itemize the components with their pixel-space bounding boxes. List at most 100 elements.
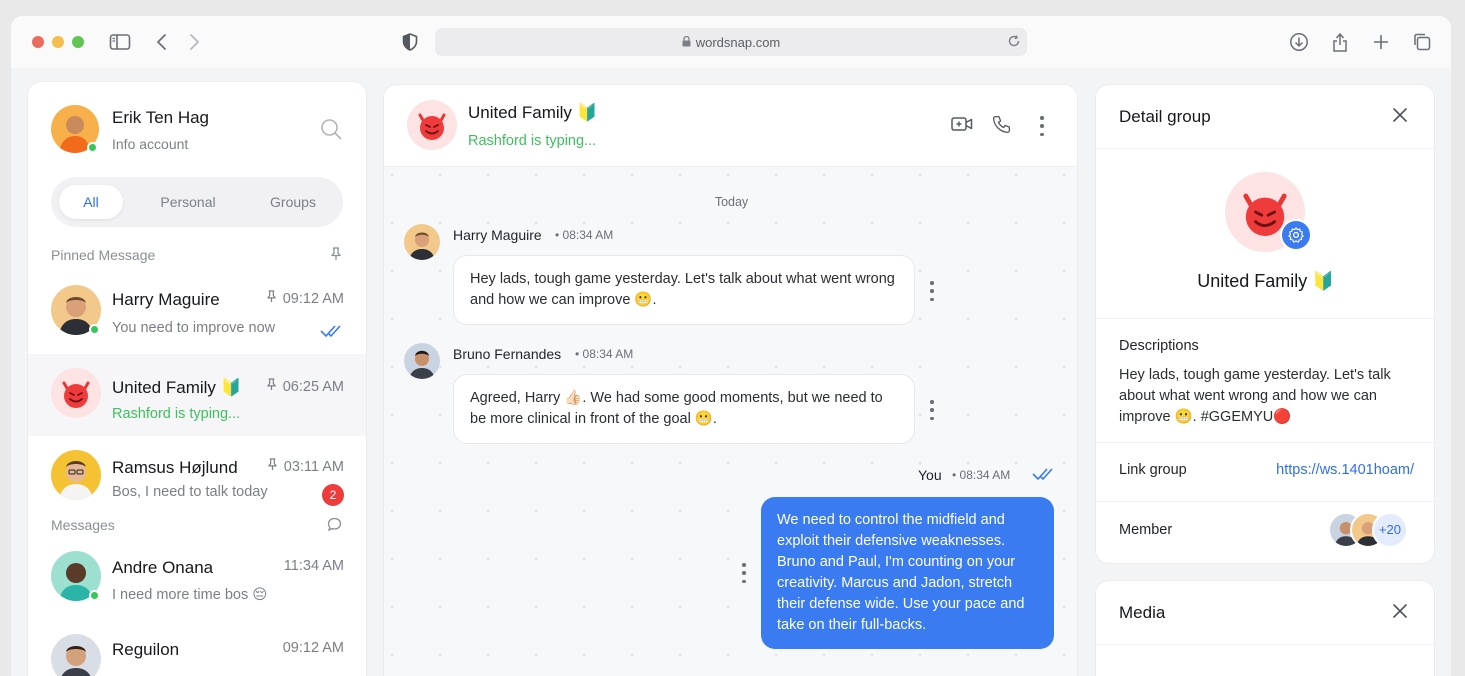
link-group-label: Link group xyxy=(1119,462,1187,478)
pin-icon xyxy=(266,378,277,395)
message-time: • 08:34 AM xyxy=(555,228,614,242)
chat-time-group: 09:12 AM xyxy=(266,290,344,307)
media-title: Media xyxy=(1119,603,1166,622)
tab-all[interactable]: All xyxy=(59,185,123,219)
profile-subtitle[interactable]: Info account xyxy=(112,136,188,152)
chat-time: 06:25 AM xyxy=(282,378,344,395)
phone-icon[interactable] xyxy=(991,114,1012,140)
message-bubble-own: We need to control the midfield and expl… xyxy=(761,497,1054,649)
date-divider: Today xyxy=(714,195,749,209)
search-icon[interactable] xyxy=(320,118,342,145)
chat-name: Andre Onana xyxy=(112,558,214,577)
close-icon[interactable] xyxy=(1392,107,1408,128)
read-receipt-icon xyxy=(320,324,344,343)
avatar xyxy=(51,368,101,418)
divider xyxy=(1096,442,1434,443)
close-window-button[interactable] xyxy=(32,36,44,48)
media-panel: Media xyxy=(1095,580,1435,676)
pin-icon xyxy=(330,247,342,266)
url-text: wordsnap.com xyxy=(695,34,781,50)
read-receipt-icon xyxy=(1032,467,1056,486)
download-icon[interactable] xyxy=(1287,30,1311,54)
chat-bubble-icon xyxy=(327,517,342,537)
minimize-window-button[interactable] xyxy=(52,36,64,48)
sidebar-toggle-icon[interactable] xyxy=(108,30,132,54)
chat-list-panel: Erik Ten Hag Info account All Personal G… xyxy=(27,81,367,676)
back-icon[interactable] xyxy=(150,30,174,54)
detail-group-panel: Detail group United Family 🔰 Description… xyxy=(1095,84,1435,564)
maximize-window-button[interactable] xyxy=(72,36,84,48)
close-icon[interactable] xyxy=(1392,603,1408,624)
more-options-icon[interactable] xyxy=(1039,116,1045,136)
group-avatar[interactable] xyxy=(407,100,457,150)
group-name: United Family 🔰 xyxy=(1197,271,1335,291)
lock-icon xyxy=(682,35,691,50)
message-options-icon[interactable] xyxy=(929,400,935,420)
sender-name: You xyxy=(918,467,942,483)
chat-name: Harry Maguire xyxy=(112,290,220,309)
sender-avatar xyxy=(404,224,440,260)
browser-window: wordsnap.com Erik Ten Hag Info account A… xyxy=(11,16,1451,676)
typing-status: Rashford is typing... xyxy=(468,133,597,149)
message-time: • 08:34 AM xyxy=(952,468,1011,482)
conversation-header: United Family 🔰 Rashford is typing... xyxy=(384,85,1077,167)
chat-time: 09:12 AM xyxy=(282,640,344,656)
shield-icon[interactable] xyxy=(398,30,422,54)
divider xyxy=(1096,501,1434,502)
group-description: Hey lads, tough game yesterday. Let's ta… xyxy=(1119,367,1391,425)
chat-time: 11:34 AM xyxy=(283,558,344,574)
member-label: Member xyxy=(1119,522,1173,538)
online-indicator xyxy=(89,324,100,335)
chat-name: Ramsus Højlund xyxy=(112,458,238,477)
chat-time-group: 06:25 AM xyxy=(266,378,344,395)
conversation-panel: United Family 🔰 Rashford is typing... To… xyxy=(383,84,1078,676)
chat-name: Reguilon xyxy=(112,640,180,659)
message-options-icon[interactable] xyxy=(741,563,747,583)
tab-personal[interactable]: Personal xyxy=(147,185,229,219)
descriptions-label: Descriptions xyxy=(1119,338,1199,354)
chat-preview: You need to improve now xyxy=(112,320,276,336)
message-time: • 08:34 AM xyxy=(575,347,634,361)
chat-preview: Bos, I need to talk today xyxy=(112,484,268,500)
message-time-value: 08:34 AM xyxy=(562,228,614,242)
sender-name: Bruno Fernandes xyxy=(453,346,562,362)
message-options-icon[interactable] xyxy=(929,281,935,301)
online-indicator xyxy=(89,590,100,601)
chat-item-ramsus-hojlund[interactable]: Ramsus Højlund Bos, I need to talk today… xyxy=(28,436,366,518)
filter-tabs: All Personal Groups xyxy=(51,177,343,227)
online-indicator xyxy=(87,142,98,153)
unread-badge: 2 xyxy=(322,484,344,506)
message-time-value: 08:34 AM xyxy=(959,468,1011,482)
message-time-value: 08:34 AM xyxy=(582,347,634,361)
pin-icon xyxy=(266,290,277,307)
tabs-overview-icon[interactable] xyxy=(1410,30,1434,54)
new-tab-icon[interactable] xyxy=(1369,30,1393,54)
chat-time-group: 03:11 AM xyxy=(267,458,344,475)
pin-icon xyxy=(267,458,278,475)
chat-preview: I need more time bos 😔 xyxy=(112,587,268,603)
chat-item-andre-onana[interactable]: Andre Onana I need more time bos 😔 11:34… xyxy=(28,537,366,619)
share-icon[interactable] xyxy=(1328,30,1352,54)
divider xyxy=(1096,318,1434,319)
message-area: Today Harry Maguire • 08:34 AM Hey lads,… xyxy=(384,167,1077,676)
chat-item-harry-maguire[interactable]: Harry Maguire You need to improve now 09… xyxy=(28,272,366,354)
chat-item-reguilon[interactable]: Reguilon 09:12 AM xyxy=(28,620,366,676)
video-call-icon[interactable] xyxy=(951,115,973,138)
group-link[interactable]: https://ws.1401hoam/ xyxy=(1276,462,1414,478)
chat-item-united-family[interactable]: United Family 🔰 Rashford is typing... 06… xyxy=(28,354,366,436)
address-bar[interactable]: wordsnap.com xyxy=(435,28,1027,56)
forward-icon[interactable] xyxy=(182,30,206,54)
member-count-badge[interactable]: +20 xyxy=(1372,512,1408,548)
detail-title: Detail group xyxy=(1119,107,1211,126)
sender-avatar xyxy=(404,343,440,379)
message-bubble: Hey lads, tough game yesterday. Let's ta… xyxy=(453,255,915,325)
divider xyxy=(1096,644,1434,645)
browser-toolbar: wordsnap.com xyxy=(11,16,1451,68)
tab-groups[interactable]: Groups xyxy=(251,185,335,219)
messages-section-label: Messages xyxy=(51,517,115,533)
chat-name: United Family 🔰 xyxy=(112,378,242,397)
chat-time: 03:11 AM xyxy=(283,458,344,475)
chat-time: 09:12 AM xyxy=(282,290,344,307)
settings-gear-icon[interactable] xyxy=(1280,219,1312,251)
reload-icon[interactable] xyxy=(1007,34,1021,51)
